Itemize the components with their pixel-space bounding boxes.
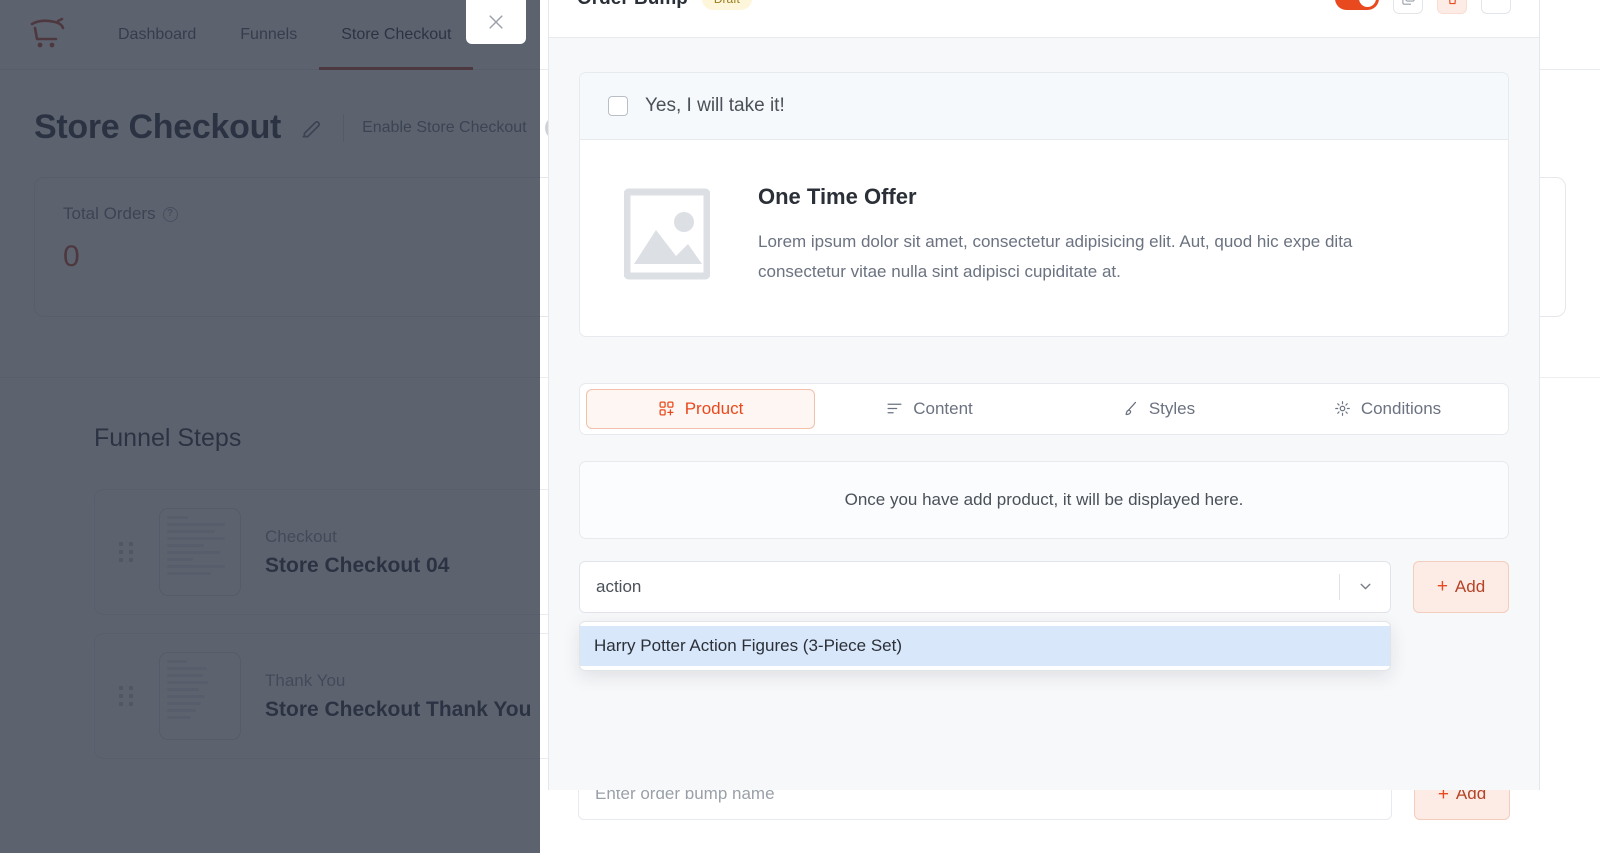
trash-icon[interactable] (1437, 0, 1467, 14)
tab-label-styles: Styles (1148, 398, 1196, 418)
panel-tabs: Product Content Styles Conditions (579, 382, 1509, 435)
order-bump-panel: Order Bump Draft (548, 0, 1540, 790)
modal-dim-overlay[interactable] (0, 0, 540, 853)
brush-icon (1125, 401, 1136, 416)
tab-styles[interactable]: Styles (1044, 389, 1273, 429)
panel-header-actions (1335, 0, 1511, 14)
duplicate-icon[interactable] (1393, 0, 1423, 14)
tab-label-product: Product (684, 398, 744, 418)
panel-title: Order Bump (577, 0, 688, 10)
add-product-button[interactable]: + Add (1413, 560, 1509, 613)
close-x-icon (489, 15, 503, 29)
panel-status-badge: Draft (701, 0, 752, 10)
add-product-label: Add (1454, 576, 1486, 596)
product-search-input[interactable]: action (579, 560, 1391, 613)
product-search-value: action (596, 576, 642, 596)
collapse-icon[interactable] (1481, 0, 1511, 14)
panel-content: Yes, I will take it! One Time Offer Lore… (549, 38, 1539, 790)
product-option-label: Harry Potter Action Figures (3-Piece Set… (594, 635, 903, 655)
offer-title: One Time Offer (758, 184, 917, 209)
product-option[interactable]: Harry Potter Action Figures (3-Piece Set… (580, 625, 1390, 666)
tab-content[interactable]: Content (815, 389, 1044, 429)
tab-label-content: Content (913, 398, 973, 418)
order-bump-preview: Yes, I will take it! One Time Offer Lore… (579, 72, 1509, 337)
gear-icon (1334, 401, 1350, 416)
panel-header: Order Bump Draft (549, 0, 1539, 38)
tab-conditions[interactable]: Conditions (1273, 389, 1502, 429)
accept-offer-checkbox[interactable] (608, 96, 628, 116)
tab-label-conditions: Conditions (1360, 398, 1442, 418)
product-select-row: action + Add Harry Potter Action Figures… (579, 560, 1509, 671)
accept-offer-label: Yes, I will take it! (645, 95, 785, 116)
modal-close-button[interactable] (466, 0, 526, 44)
tab-product[interactable]: Product (586, 388, 815, 429)
content-lines-icon (887, 403, 902, 414)
offer-text-block: One Time Offer Lorem ipsum dolor sit ame… (758, 184, 1398, 288)
image-placeholder-icon (623, 184, 711, 284)
preview-offer-body: One Time Offer Lorem ipsum dolor sit ame… (580, 140, 1508, 336)
preview-accept-row[interactable]: Yes, I will take it! (580, 73, 1508, 140)
chevron-down-icon[interactable] (1340, 578, 1390, 595)
order-bump-enable-toggle[interactable] (1335, 0, 1379, 10)
product-grid-plus-icon (659, 401, 674, 416)
plus-icon: + (1436, 576, 1448, 597)
offer-description: Lorem ipsum dolor sit amet, consectetur … (758, 232, 1353, 282)
empty-product-message: Once you have add product, it will be di… (579, 460, 1509, 539)
product-suggestions-dropdown: Harry Potter Action Figures (3-Piece Set… (579, 620, 1391, 671)
